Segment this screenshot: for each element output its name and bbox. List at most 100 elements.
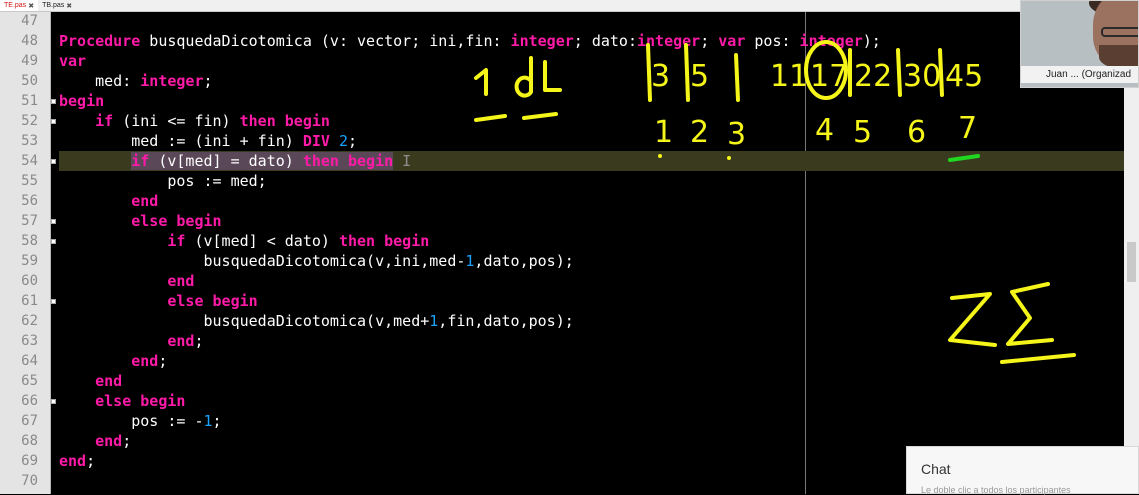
fold-marker-icon[interactable] — [51, 399, 56, 404]
code-line[interactable]: 56 end — [0, 191, 1124, 211]
code-token: begin — [59, 92, 105, 110]
code-text: end; — [59, 351, 167, 371]
code-editor[interactable]: 47 48 Procedure busquedaDicotomica (v: vec… — [0, 12, 1124, 494]
code-line[interactable]: 48 Procedure busquedaDicotomica (v: vecto… — [0, 31, 1124, 51]
code-line[interactable]: 58 if (v[med] < dato) then begin — [0, 231, 1124, 251]
code-token: end — [131, 192, 159, 210]
line-number: 67 — [21, 413, 38, 429]
scrollbar-thumb[interactable] — [1127, 242, 1136, 282]
code-line[interactable]: 59 busquedaDicotomica(v,ini,med-1,dato,p… — [0, 251, 1124, 271]
line-number: 56 — [21, 193, 38, 209]
code-token: else begin — [95, 392, 186, 410]
code-token: ; — [194, 332, 204, 350]
code-text: med: integer; — [59, 71, 213, 91]
code-line[interactable]: 52 if (ini <= fin) then begin — [0, 111, 1124, 131]
code-line[interactable]: 57 else begin — [0, 211, 1124, 231]
line-number: 51 — [21, 93, 38, 109]
code-line[interactable]: 61 else begin — [0, 291, 1124, 311]
code-token: (v[med] < dato) — [185, 232, 339, 250]
code-token: 1 — [429, 312, 439, 330]
code-line[interactable]: 50 med: integer; — [0, 71, 1124, 91]
code-line[interactable]: 51 begin — [0, 91, 1124, 111]
code-line[interactable]: 55 pos := med; — [0, 171, 1124, 191]
fold-marker-icon[interactable] — [51, 159, 56, 164]
code-line[interactable]: 49 var — [0, 51, 1124, 71]
line-number: 62 — [21, 313, 38, 329]
line-number: 68 — [21, 433, 38, 449]
line-number: 59 — [21, 253, 38, 269]
code-line[interactable]: 65 end — [0, 371, 1124, 391]
line-number: 70 — [21, 473, 38, 489]
code-line[interactable]: 47 — [0, 12, 1124, 31]
code-text: if (v[med] < dato) then begin — [59, 231, 429, 251]
code-text: end — [59, 271, 194, 291]
tab-tb-pas[interactable]: TB.pas ✖ — [38, 0, 76, 11]
tab-te-pas[interactable]: TE.pas ✖ — [0, 0, 39, 11]
close-icon[interactable]: ✖ — [66, 2, 72, 10]
fold-marker-icon[interactable] — [51, 239, 56, 244]
line-number: 60 — [21, 273, 38, 289]
code-text: pos := -1; — [59, 411, 221, 431]
code-token: pos: — [745, 32, 800, 50]
code-line[interactable]: 63 end; — [0, 331, 1124, 351]
code-token: if — [131, 152, 150, 170]
tab-label: TB.pas — [42, 2, 65, 9]
code-token: integer — [636, 32, 701, 50]
code-token: busquedaDicotomica (v: vector; ini,fin: — [140, 32, 511, 50]
code-text: begin — [59, 91, 104, 111]
code-text: else begin — [59, 391, 185, 411]
close-icon[interactable]: ✖ — [28, 2, 34, 10]
code-token: else begin — [167, 292, 258, 310]
code-line[interactable]: 67 pos := -1; — [0, 411, 1124, 431]
code-token: 2 — [338, 132, 348, 150]
participant-glasses — [1101, 27, 1138, 37]
line-number: 55 — [21, 173, 38, 189]
code-token: ; dato: — [573, 32, 637, 50]
line-number: 66 — [21, 393, 38, 409]
editor-tab-bar: TE.pas ✖ TB.pas ✖ — [0, 0, 1139, 12]
participant-name-label: Juan ... (Organizad — [1021, 66, 1138, 83]
code-token: (ini <= fin) — [113, 112, 240, 130]
line-number: 65 — [21, 373, 38, 389]
code-line[interactable]: 54 if (v[med] = dato) then begin I — [0, 151, 1124, 171]
code-token: ; — [203, 72, 213, 90]
code-line[interactable]: 60 end — [0, 271, 1124, 291]
code-token: integer — [510, 32, 574, 50]
chat-panel[interactable]: Chat Le doble clic a todos los participa… — [906, 446, 1139, 495]
code-token: ; — [122, 432, 132, 450]
line-number: 58 — [21, 233, 38, 249]
code-token: integer — [140, 72, 204, 90]
code-text: busquedaDicotomica(v,ini,med-1,dato,pos)… — [59, 251, 573, 271]
code-text: else begin — [59, 211, 221, 231]
code-text: var — [59, 51, 86, 71]
code-line[interactable]: 62 busquedaDicotomica(v,med+1,fin,dato,p… — [0, 311, 1124, 331]
code-text: end — [59, 371, 122, 391]
line-number: 48 — [21, 33, 38, 49]
code-token: end — [131, 352, 159, 370]
fold-marker-icon[interactable] — [51, 119, 56, 124]
fold-marker-icon[interactable] — [51, 219, 56, 224]
code-token: then begin — [302, 152, 394, 170]
line-number: 53 — [21, 133, 38, 149]
line-number: 52 — [21, 113, 38, 129]
line-number: 50 — [21, 73, 38, 89]
code-text: if (ini <= fin) then begin — [59, 111, 330, 131]
fold-marker-icon[interactable] — [51, 99, 56, 104]
code-token: (v[med] = dato) — [149, 152, 303, 170]
tab-label: TE.pas — [4, 2, 27, 9]
code-token: ); — [862, 32, 881, 50]
code-token: var — [718, 32, 746, 50]
code-line[interactable]: 64 end; — [0, 351, 1124, 371]
code-line[interactable]: 53 med := (ini + fin) DIV 2; — [0, 131, 1124, 151]
fold-marker-icon[interactable] — [51, 299, 56, 304]
code-line[interactable]: 66 else begin — [0, 391, 1124, 411]
code-text: busquedaDicotomica(v,med+1,fin,dato,pos)… — [59, 311, 573, 331]
code-token: busquedaDicotomica(v,med+ — [59, 312, 430, 330]
code-text: if (v[med] = dato) then begin I — [59, 151, 411, 171]
